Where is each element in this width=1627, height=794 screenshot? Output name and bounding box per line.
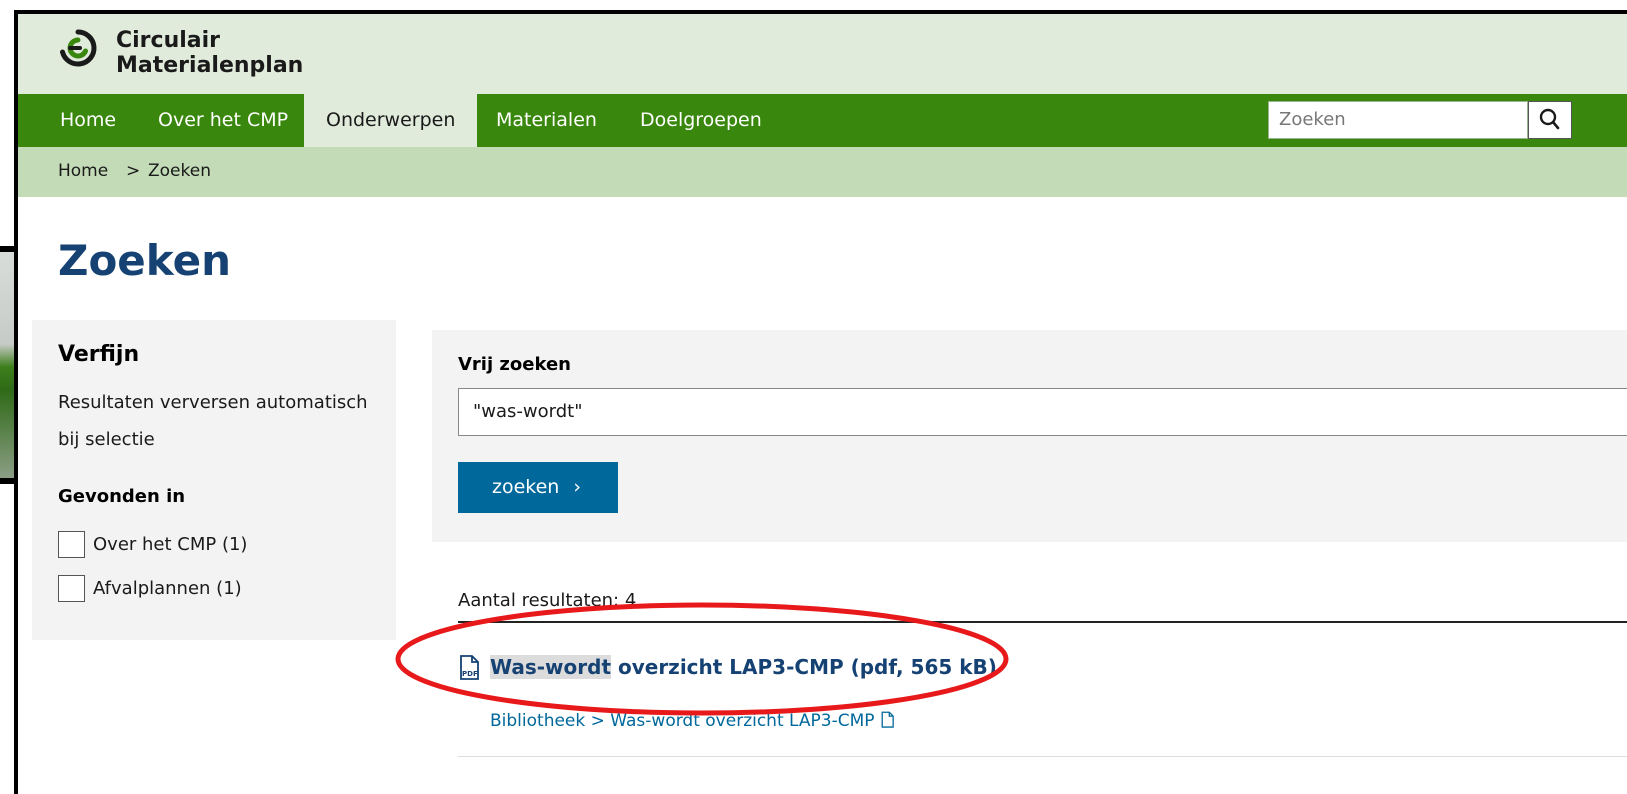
breadcrumb (18, 147, 1627, 197)
nav-item-onderwerpen[interactable]: Onderwerpen (304, 94, 478, 147)
nav-item-materialen[interactable]: Materialen (474, 94, 619, 147)
search-submit-label: zoeken (492, 476, 560, 498)
site-search-button[interactable] (1528, 101, 1572, 139)
filter-over-het-cmp[interactable]: Over het CMP (1) (58, 530, 247, 558)
page-title: Zoeken (58, 236, 231, 285)
refine-description: Resultaten verversen automatisch bij sel… (58, 392, 368, 450)
free-search-input[interactable]: "was-wordt" (458, 388, 1627, 436)
breadcrumb-current: Zoeken (148, 161, 211, 181)
annotation-ellipse (395, 602, 1009, 716)
chevron-right-icon: › (573, 476, 582, 498)
search-submit-button[interactable]: zoeken › (458, 462, 618, 513)
found-in-title: Gevonden in (58, 486, 186, 507)
site-header: Circulair Materialenplan (18, 14, 1627, 94)
refine-panel: Verfijn Resultaten verversen automatisch… (32, 320, 396, 640)
free-search-label: Vrij zoeken (458, 354, 571, 375)
breadcrumb-home[interactable]: Home (58, 161, 108, 181)
site-name-line2: Materialenplan (116, 53, 304, 78)
free-search-panel: Vrij zoeken "was-wordt" zoeken › (432, 330, 1627, 542)
checkbox[interactable] (58, 574, 85, 602)
site-name[interactable]: Circulair Materialenplan (116, 28, 303, 78)
filter-afvalplannen[interactable]: Afvalplannen (1) (58, 574, 242, 602)
nav-item-home[interactable]: Home (38, 94, 138, 147)
divider (458, 756, 1627, 757)
checkbox[interactable] (58, 530, 85, 558)
nav-item-doelgroepen[interactable]: Doelgroepen (618, 94, 784, 147)
nav-item-over-het-cmp[interactable]: Over het CMP (136, 94, 310, 147)
breadcrumb-separator: > (126, 161, 141, 181)
site-search-input[interactable]: Zoeken (1268, 101, 1528, 139)
magnifier-icon (1539, 108, 1560, 130)
filter-label: Over het CMP (1) (93, 533, 248, 555)
circular-arrows-logo-icon[interactable] (58, 28, 98, 68)
refine-title: Verfijn (58, 342, 140, 367)
site-name-line1: Circulair (116, 28, 221, 53)
filter-label: Afvalplannen (1) (93, 577, 242, 599)
